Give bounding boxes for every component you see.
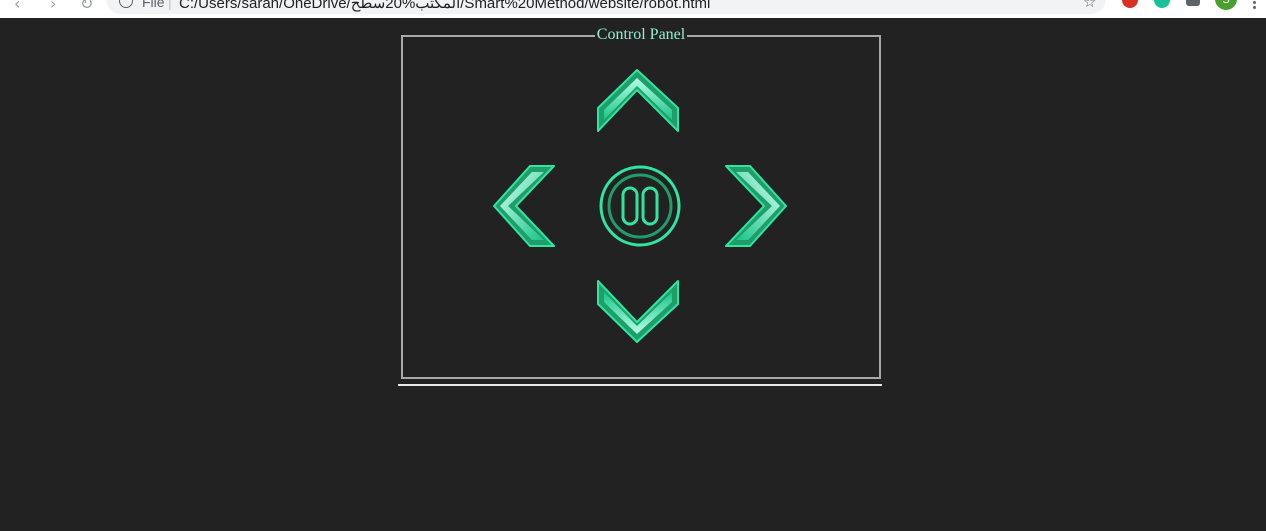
chevron-left-icon [493,165,555,247]
kebab-menu-icon[interactable] [1253,0,1257,9]
url-separator: | [168,0,172,10]
reload-icon[interactable]: ↻ [80,0,93,13]
url-text[interactable]: C:/Users/sarah/OneDrive/المكتب%20سطح/Sma… [179,0,710,12]
chevron-up-icon [597,69,679,132]
extension-red-icon[interactable] [1122,0,1138,8]
panel-legend: Control Panel [403,26,879,44]
url-scheme: File [142,0,165,10]
extension-grammarly-icon[interactable] [1154,0,1170,8]
extensions-puzzle-icon[interactable] [1186,0,1200,6]
chevron-down-icon [597,280,679,343]
pause-button[interactable] [598,164,682,248]
profile-avatar[interactable]: S [1215,0,1237,10]
browser-toolbar: ‹ › ↻ File | C:/Users/sarah/OneDrive/الم… [0,0,1266,18]
panel-title: Control Panel [594,26,688,43]
horizontal-divider [398,384,882,386]
pause-icon [599,165,681,247]
down-button[interactable] [596,278,680,344]
forward-arrow-icon[interactable]: › [50,0,56,13]
bookmark-star-icon[interactable]: ☆ [1083,0,1096,11]
left-button[interactable] [492,164,558,248]
right-button[interactable] [722,164,788,248]
back-arrow-icon[interactable]: ‹ [14,0,20,13]
chevron-right-icon [725,165,787,247]
up-button[interactable] [596,68,680,134]
